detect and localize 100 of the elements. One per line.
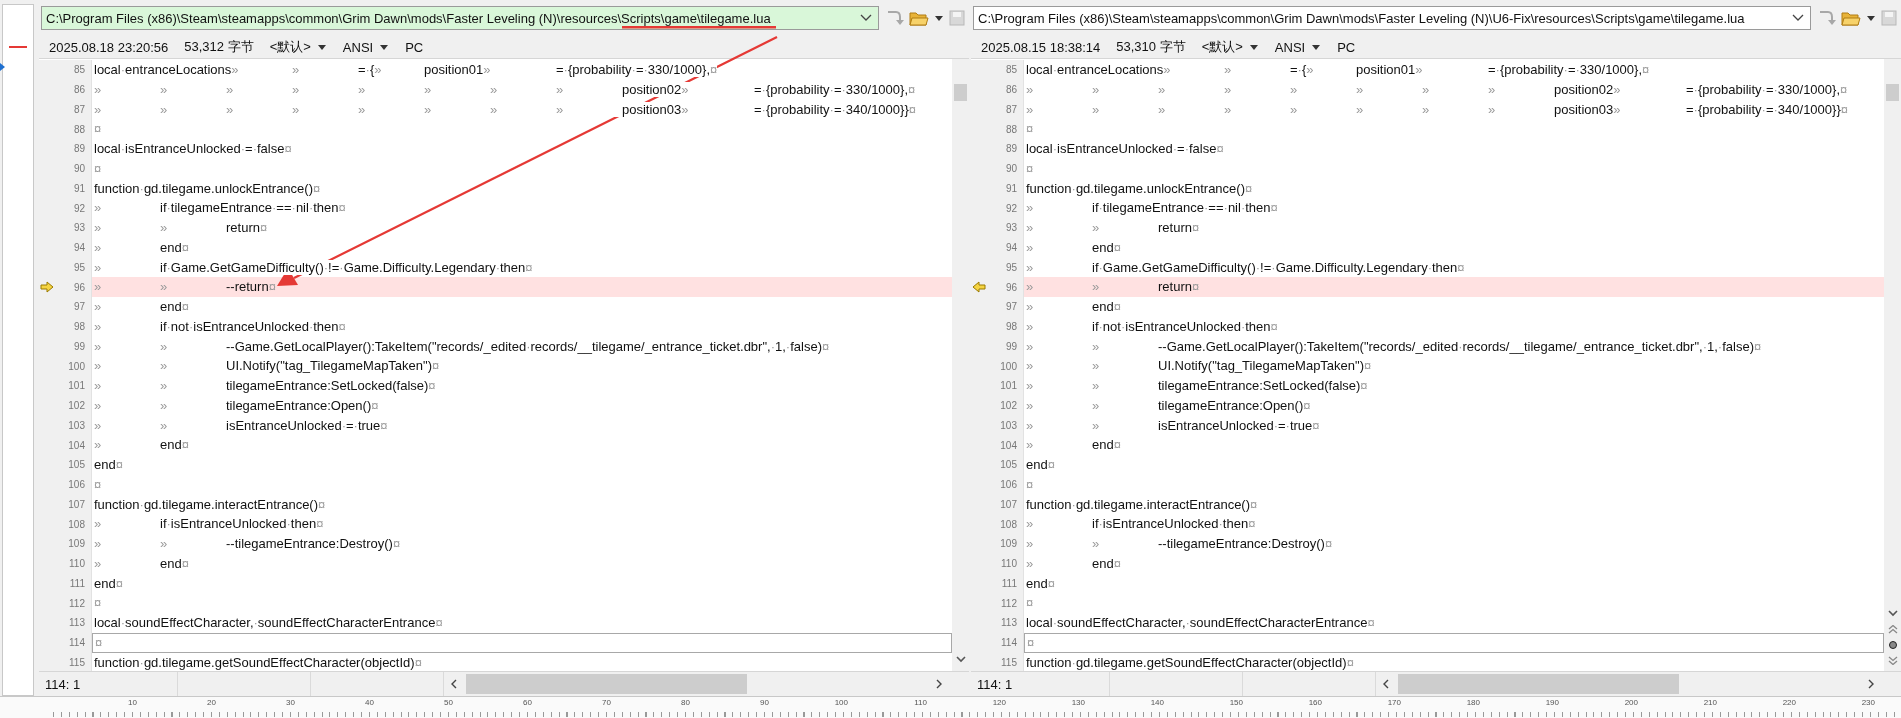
line-number: 93 [1004, 222, 1018, 234]
path-field[interactable]: C:\Program Files (x86)\Steam\steamapps\common\Grim Dawn\mods\Faster Leveling (N)\resources\Scripts\game\tilegame.lua [41, 6, 879, 30]
ruler-label: 90 [760, 697, 769, 709]
line-number: 108 [67, 518, 86, 530]
line-number: 110 [1000, 558, 1018, 570]
folder-icon[interactable] [909, 9, 929, 27]
scroll-thumb[interactable] [466, 674, 748, 694]
dropdown-icon[interactable] [860, 14, 872, 22]
line-number: 105 [999, 459, 1018, 471]
line-number: 102 [67, 400, 86, 412]
current-difference-icon[interactable] [1887, 640, 1898, 650]
chevron-down-icon[interactable] [955, 656, 966, 663]
line-number: 85 [1004, 64, 1018, 76]
ruler-label: 170 [1387, 697, 1401, 709]
line-number: 98 [1004, 321, 1018, 333]
line-number: 105 [67, 459, 86, 471]
line-number: 112 [1000, 597, 1018, 609]
dropdown-icon[interactable] [1792, 14, 1804, 22]
file-timestamp: 2025.08.15 18:38:14 [981, 39, 1101, 55]
line-number: 91 [72, 182, 86, 194]
line-number: 108 [999, 518, 1018, 530]
ruler-label: 210 [1703, 697, 1717, 709]
ruler-label: 190 [1545, 697, 1559, 709]
line-number: 113 [1000, 617, 1018, 629]
scroll-thumb[interactable] [954, 84, 967, 101]
ruler-label: 80 [681, 697, 690, 709]
previous-difference-icon[interactable] [1887, 625, 1898, 634]
line-number: 94 [72, 242, 86, 254]
caret-icon[interactable] [1866, 14, 1876, 22]
line-number: 89 [1004, 143, 1018, 155]
ruler-label: 70 [602, 697, 611, 709]
diff-marker [9, 46, 27, 48]
ruler-label: 150 [1229, 697, 1243, 709]
path-field[interactable]: C:\Program Files (x86)\Steam\steamapps\common\Grim Dawn\mods\Faster Leveling (N)\U6-Fix\resources\Scripts\game\tilegame.lua [973, 6, 1811, 30]
encoding-menu[interactable]: ANSI [342, 39, 390, 55]
line-number: 107 [999, 498, 1018, 510]
ruler-label: 140 [1150, 697, 1164, 709]
caret-icon [379, 43, 390, 51]
file-size: 53,310 字节 [1116, 38, 1186, 56]
line-number: 99 [1004, 340, 1018, 352]
scroll-thumb[interactable] [1398, 674, 1680, 694]
line-number: 93 [72, 222, 86, 234]
line-number: 111 [68, 577, 86, 589]
ruler-label: 30 [286, 697, 295, 709]
next-difference-icon[interactable] [1887, 656, 1898, 665]
ruler-label: 50 [444, 697, 453, 709]
line-number: 86 [1004, 84, 1018, 96]
line-number: 98 [72, 321, 86, 333]
line-number: 114 [68, 637, 86, 649]
ruler-label: 130 [1071, 697, 1085, 709]
line-ending-menu[interactable]: PC [405, 39, 424, 55]
ruler-label: 220 [1782, 697, 1796, 709]
line-number: 115 [1000, 656, 1018, 668]
line-number: 97 [72, 301, 86, 313]
save-icon[interactable] [1881, 10, 1897, 26]
line-number: 88 [1004, 123, 1018, 135]
line-number: 90 [72, 163, 86, 175]
line-number: 95 [1004, 261, 1018, 273]
line-number: 85 [72, 64, 86, 76]
line-number: 97 [1004, 301, 1018, 313]
caret-icon [316, 43, 327, 51]
caret-icon[interactable] [934, 14, 944, 22]
codepage-menu[interactable]: <默认> [269, 38, 327, 56]
line-number: 92 [72, 202, 86, 214]
line-number: 112 [68, 597, 86, 609]
encoding-menu[interactable]: ANSI [1274, 39, 1322, 55]
caret-icon [1248, 43, 1259, 51]
codepage-menu[interactable]: <默认> [1201, 38, 1259, 56]
line-number: 86 [72, 84, 86, 96]
ruler-label: 120 [992, 697, 1006, 709]
scroll-thumb[interactable] [1886, 84, 1899, 101]
ruler-label: 200 [1624, 697, 1638, 709]
line-number: 115 [68, 656, 86, 668]
chevron-down-icon[interactable] [1887, 610, 1898, 617]
line-ending-menu[interactable]: PC [1337, 39, 1356, 55]
folder-icon[interactable] [1841, 9, 1861, 27]
line-number: 101 [999, 380, 1018, 392]
line-number: 89 [72, 143, 86, 155]
scroll-right-icon[interactable] [935, 679, 943, 689]
ruler-label: 230 [1861, 697, 1875, 709]
scroll-left-icon[interactable] [450, 679, 458, 689]
line-number: 87 [1004, 103, 1018, 115]
line-number: 96 [1004, 281, 1018, 293]
line-number: 107 [67, 498, 86, 510]
line-number: 114 [1000, 637, 1018, 649]
ruler-label: 180 [1466, 697, 1480, 709]
line-number: 88 [72, 123, 86, 135]
line-number: 100 [67, 360, 86, 372]
ruler-label: 10 [128, 697, 137, 709]
scroll-left-icon[interactable] [1382, 679, 1390, 689]
line-number: 106 [67, 479, 86, 491]
line-number: 91 [1004, 182, 1018, 194]
line-number: 87 [72, 103, 86, 115]
ruler-label: 20 [207, 697, 216, 709]
save-icon[interactable] [949, 10, 965, 26]
line-number: 90 [1004, 163, 1018, 175]
line-number: 95 [72, 261, 86, 273]
line-number: 94 [1004, 242, 1018, 254]
scroll-right-icon[interactable] [1867, 679, 1875, 689]
line-number: 111 [1000, 577, 1018, 589]
